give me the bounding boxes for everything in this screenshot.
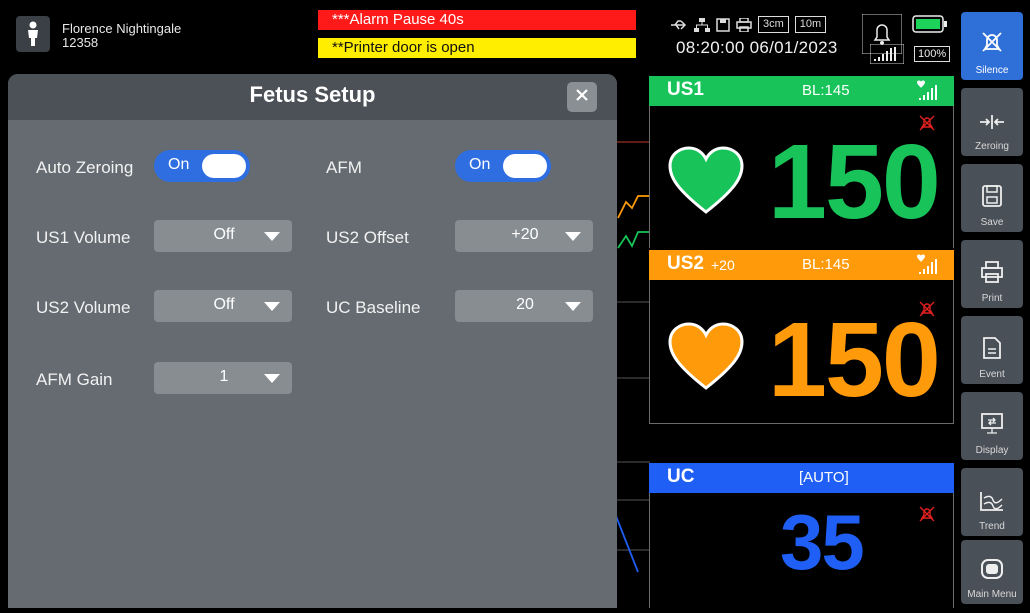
dialog-title: Fetus Setup <box>249 82 376 107</box>
afm-gain-label: AFM Gain <box>36 370 113 389</box>
uc-panel[interactable]: 35 <box>649 493 954 608</box>
main-menu-icon <box>980 558 1004 585</box>
close-icon <box>575 88 589 107</box>
uc-alarm-off-icon <box>918 505 936 528</box>
us1-fhr-value: 150 <box>768 123 941 241</box>
storage-icon <box>716 17 730 32</box>
us1-signal-icon <box>913 80 941 107</box>
display-label: Display <box>975 445 1009 456</box>
print-button[interactable]: Print <box>961 240 1023 308</box>
silence-button[interactable]: Silence <box>961 12 1023 80</box>
chevron-down-icon <box>264 302 280 311</box>
signal-bars-icon <box>869 43 905 69</box>
close-button[interactable] <box>567 82 597 112</box>
zeroing-label: Zeroing <box>975 141 1009 152</box>
display-button[interactable]: Display <box>961 392 1023 460</box>
uc-tag: UC <box>667 466 695 487</box>
clock: 08:20:00 06/01/2023 <box>676 38 838 57</box>
main-menu-button[interactable]: Main Menu <box>961 540 1023 604</box>
zeroing-icon <box>978 112 1006 137</box>
patient-info[interactable]: Florence Nightingale 12358 <box>8 6 314 68</box>
afm-gain-value: 1 <box>219 368 229 385</box>
us1-volume-label: US1 Volume <box>36 228 131 247</box>
event-icon <box>982 336 1002 365</box>
us2-baseline: BL:145 <box>802 256 850 273</box>
save-button[interactable]: Save <box>961 164 1023 232</box>
zeroing-button[interactable]: Zeroing <box>961 88 1023 156</box>
us2-volume-select[interactable]: Off <box>154 290 292 322</box>
auto-zeroing-value: On <box>168 156 190 173</box>
us2-header[interactable]: US2 +20 BL:145 <box>649 250 954 280</box>
uc-baseline-select[interactable]: 20 <box>455 290 593 322</box>
save-icon <box>981 184 1003 213</box>
paper-speed: 3cm <box>758 16 789 33</box>
us1-volume-value: Off <box>213 226 235 243</box>
printer-status-icon <box>736 17 752 32</box>
us1-header[interactable]: US1 BL:145 <box>649 76 954 106</box>
us2-fhr-value: 150 <box>768 301 941 419</box>
status-bar: 3cm 10m 08:20:00 06/01/2023 100% <box>662 12 958 65</box>
auto-zeroing-label: Auto Zeroing <box>36 158 134 177</box>
trend-length: 10m <box>794 16 827 33</box>
high-alarm-banner[interactable]: ***Alarm Pause 40s <box>318 10 636 30</box>
uc-header[interactable]: UC [AUTO] <box>649 463 954 493</box>
usb-icon <box>670 19 688 31</box>
us2-offset-select[interactable]: +20 <box>455 220 593 252</box>
afm-label: AFM <box>326 158 362 177</box>
us2-offset-label: US2 Offset <box>326 228 409 247</box>
us1-baseline: BL:145 <box>802 82 850 99</box>
trend-label: Trend <box>979 521 1005 532</box>
battery-icon <box>912 14 948 39</box>
print-label: Print <box>981 293 1003 304</box>
save-label: Save <box>980 217 1004 228</box>
afm-toggle[interactable]: On <box>455 150 551 182</box>
silence-icon <box>978 28 1006 61</box>
uc-value: 35 <box>780 498 865 586</box>
uc-baseline-value: 20 <box>516 296 534 313</box>
main-menu-label: Main Menu <box>967 589 1017 600</box>
network-icon <box>694 17 710 32</box>
chevron-down-icon <box>264 374 280 383</box>
medium-alarm-banner[interactable]: **Printer door is open <box>318 38 636 58</box>
us1-heart-icon <box>668 146 744 221</box>
uc-mode: [AUTO] <box>799 469 849 486</box>
us1-volume-select[interactable]: Off <box>154 220 292 252</box>
us1-tag: US1 <box>667 79 704 100</box>
us2-offset-value: +20 <box>511 226 539 243</box>
print-icon <box>980 260 1004 289</box>
us2-signal-icon <box>913 254 941 281</box>
toggle-knob <box>202 154 246 178</box>
auto-zeroing-toggle[interactable]: On <box>154 150 250 182</box>
chevron-down-icon <box>565 232 581 241</box>
us2-volume-value: Off <box>213 296 235 313</box>
us2-heart-icon <box>668 322 744 397</box>
battery-percent: 100% <box>914 46 951 62</box>
us2-volume-label: US2 Volume <box>36 298 131 317</box>
afm-value: On <box>469 156 491 173</box>
chevron-down-icon <box>264 232 280 241</box>
afm-gain-select[interactable]: 1 <box>154 362 292 394</box>
fetus-setup-dialog[interactable]: Fetus Setup Auto Zeroing On AFM On US1 V… <box>8 74 617 608</box>
chevron-down-icon <box>565 302 581 311</box>
display-icon <box>980 412 1004 441</box>
us1-panel[interactable]: 150 <box>649 106 954 248</box>
trend-button[interactable]: Trend <box>961 468 1023 536</box>
uc-baseline-label: UC Baseline <box>326 298 421 317</box>
event-label: Event <box>979 369 1005 380</box>
us2-offset: +20 <box>711 257 735 273</box>
us2-tag: US2 <box>667 253 704 274</box>
toggle-knob <box>503 154 547 178</box>
patient-name: Florence Nightingale <box>62 21 182 36</box>
person-icon <box>16 16 50 52</box>
trend-icon <box>979 490 1005 517</box>
event-button[interactable]: Event <box>961 316 1023 384</box>
silence-label: Silence <box>975 65 1009 76</box>
patient-id: 12358 <box>62 35 99 50</box>
us2-panel[interactable]: 150 <box>649 280 954 424</box>
